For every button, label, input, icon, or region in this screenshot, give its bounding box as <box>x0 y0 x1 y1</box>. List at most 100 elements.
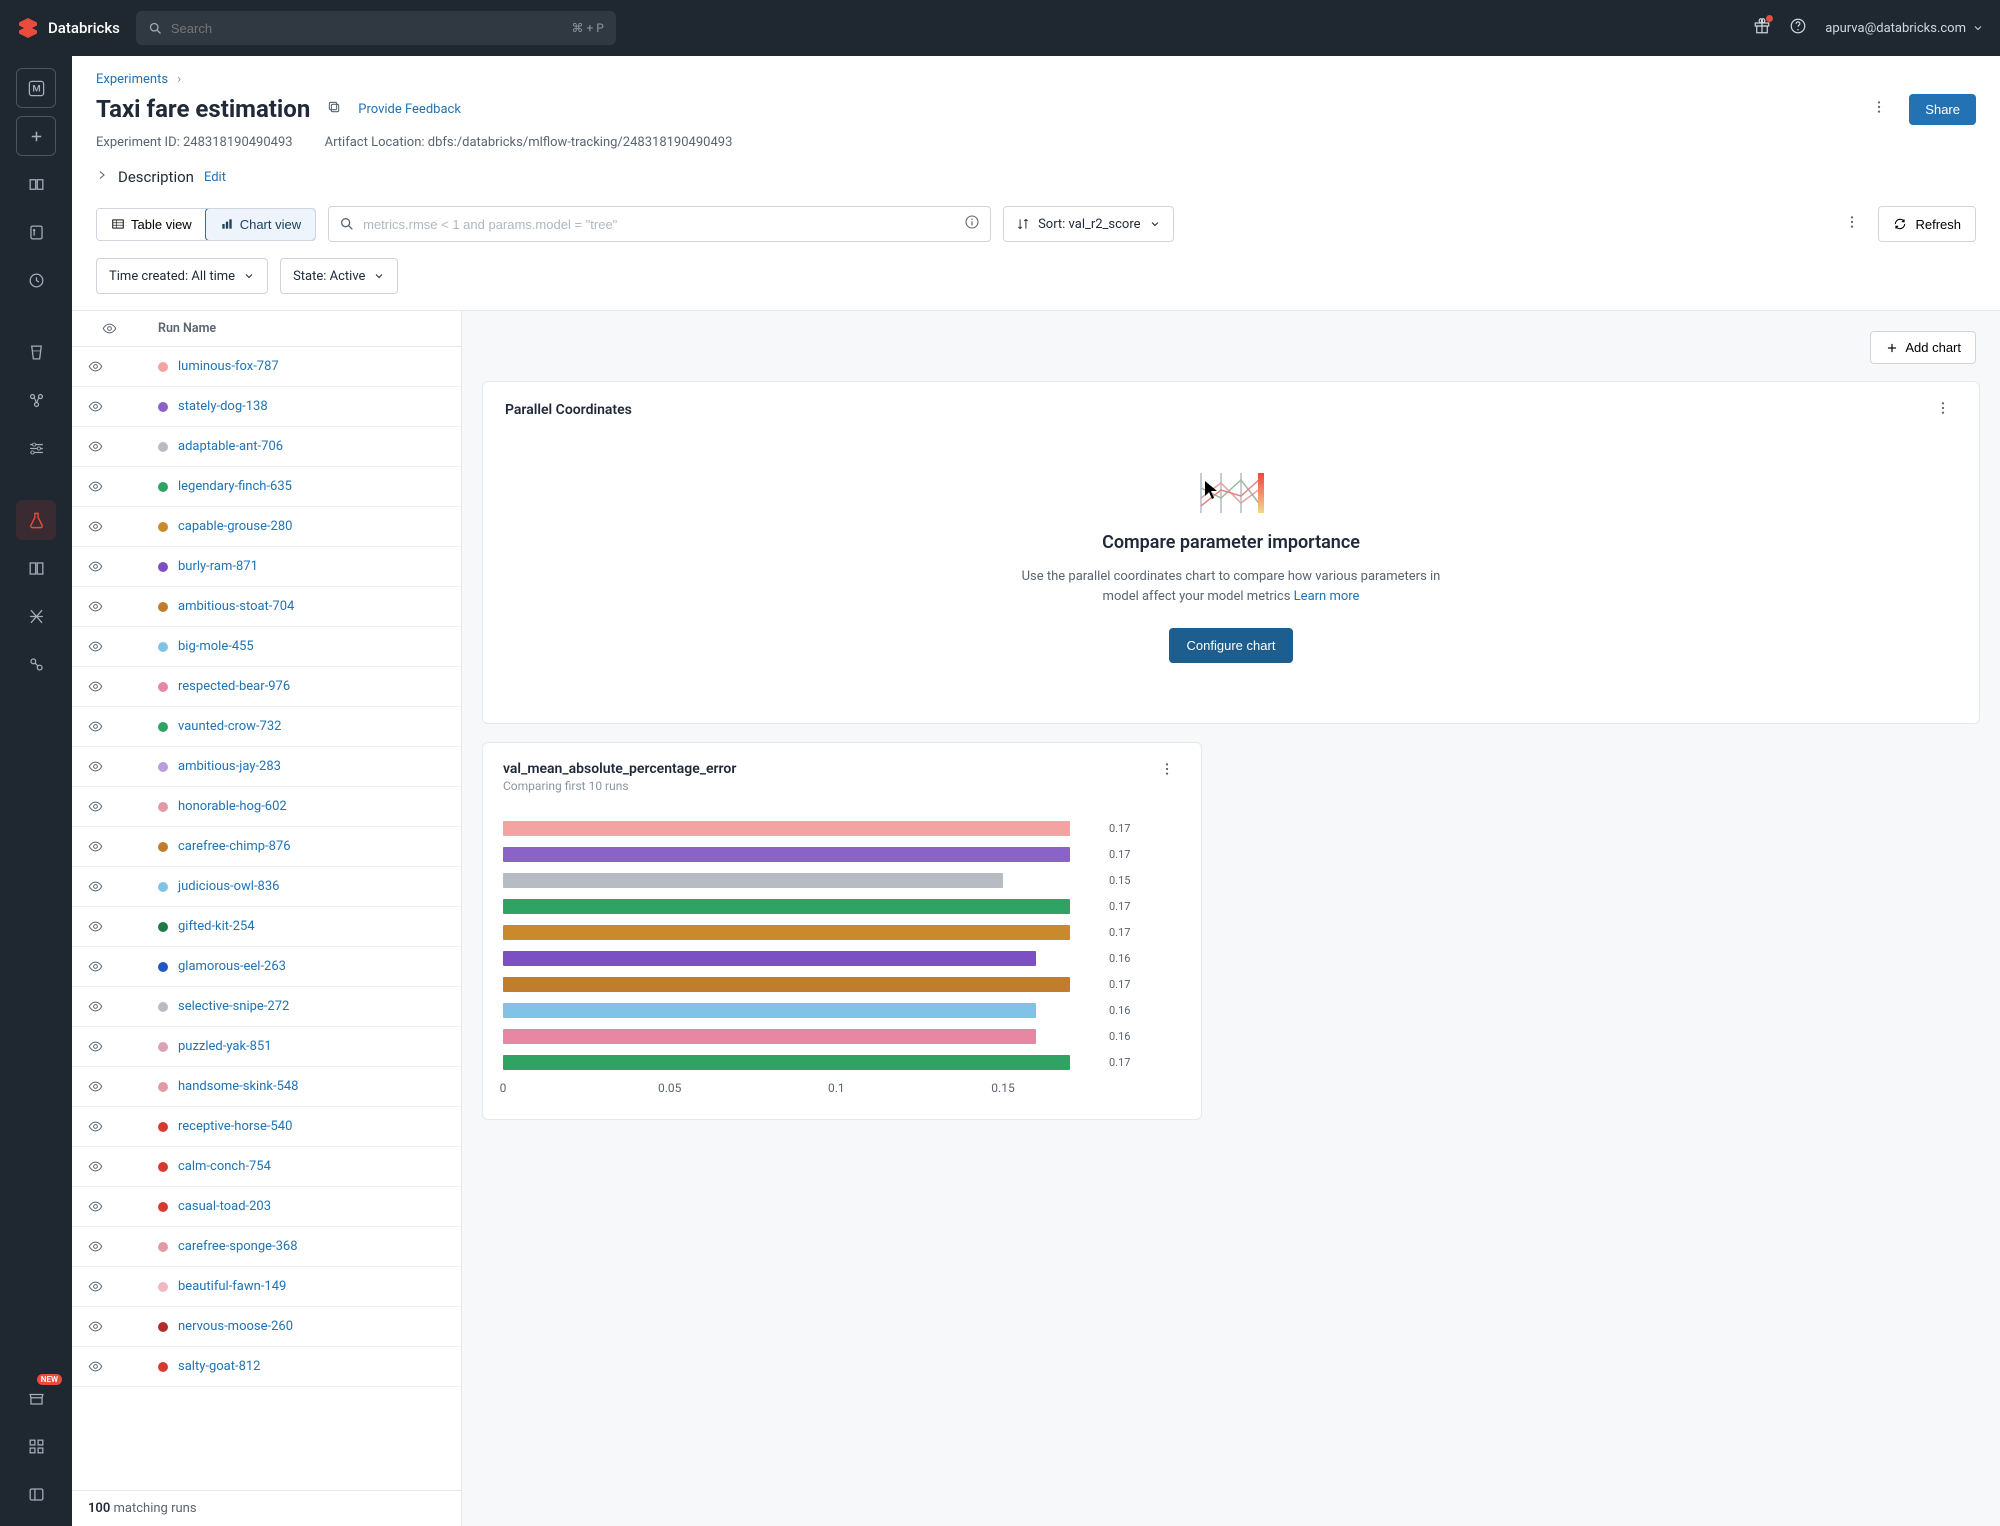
edit-description-link[interactable]: Edit <box>204 170 226 185</box>
run-row[interactable]: carefree-sponge-368 <box>72 1227 461 1267</box>
run-row[interactable]: gifted-kit-254 <box>72 907 461 947</box>
run-name-link[interactable]: calm-conch-754 <box>178 1159 271 1174</box>
brand[interactable]: Databricks <box>16 16 120 40</box>
run-row[interactable]: ambitious-jay-283 <box>72 747 461 787</box>
run-name-link[interactable]: adaptable-ant-706 <box>178 439 283 454</box>
visibility-toggle[interactable] <box>88 1159 130 1174</box>
bar[interactable] <box>503 951 1036 966</box>
run-row[interactable]: puzzled-yak-851 <box>72 1027 461 1067</box>
sort-dropdown[interactable]: Sort: val_r2_score <box>1003 206 1173 242</box>
gift-icon[interactable] <box>1753 17 1771 39</box>
bar[interactable] <box>503 977 1070 992</box>
toolbar-menu[interactable] <box>1838 214 1866 234</box>
visibility-toggle[interactable] <box>88 359 130 374</box>
run-name-link[interactable]: legendary-finch-635 <box>178 479 292 494</box>
run-name-header[interactable]: Run Name <box>158 321 216 336</box>
run-name-link[interactable]: carefree-sponge-368 <box>178 1239 298 1254</box>
rail-feature-store[interactable] <box>16 548 56 588</box>
table-view-button[interactable]: Table view <box>97 209 206 240</box>
run-row[interactable]: ambitious-stoat-704 <box>72 587 461 627</box>
provide-feedback-link[interactable]: Provide Feedback <box>358 102 461 117</box>
run-row[interactable]: receptive-horse-540 <box>72 1107 461 1147</box>
run-name-link[interactable]: vaunted-crow-732 <box>178 719 281 734</box>
info-icon[interactable] <box>964 214 980 234</box>
visibility-toggle[interactable] <box>88 719 130 734</box>
visibility-toggle[interactable] <box>88 799 130 814</box>
breadcrumb-root[interactable]: Experiments <box>96 72 168 87</box>
run-name-link[interactable]: casual-toad-203 <box>178 1199 271 1214</box>
run-name-link[interactable]: judicious-owl-836 <box>178 879 279 894</box>
bar[interactable] <box>503 821 1070 836</box>
chart-menu[interactable] <box>1153 761 1181 781</box>
rail-workflows[interactable] <box>16 380 56 420</box>
visibility-column[interactable] <box>88 321 130 336</box>
run-name-link[interactable]: ambitious-jay-283 <box>178 759 281 774</box>
run-row[interactable]: judicious-owl-836 <box>72 867 461 907</box>
visibility-toggle[interactable] <box>88 519 130 534</box>
rail-repos[interactable] <box>16 212 56 252</box>
copy-icon[interactable] <box>326 99 342 119</box>
page-menu[interactable] <box>1865 93 1893 125</box>
rail-marketplace[interactable]: NEW <box>16 1378 56 1418</box>
rail-workspace[interactable]: M <box>16 68 56 108</box>
filter-input[interactable] <box>363 217 956 232</box>
bar[interactable] <box>503 1003 1036 1018</box>
bar[interactable] <box>503 847 1070 862</box>
run-row[interactable]: nervous-moose-260 <box>72 1307 461 1347</box>
visibility-toggle[interactable] <box>88 1199 130 1214</box>
rail-partner[interactable] <box>16 1426 56 1466</box>
runs-list[interactable]: luminous-fox-787 stately-dog-138 adaptab… <box>72 347 461 1490</box>
rail-recents[interactable] <box>16 260 56 300</box>
filter-box[interactable] <box>328 206 991 242</box>
visibility-toggle[interactable] <box>88 1279 130 1294</box>
run-row[interactable]: respected-bear-976 <box>72 667 461 707</box>
rail-compute[interactable] <box>16 428 56 468</box>
bar[interactable] <box>503 899 1070 914</box>
run-name-link[interactable]: nervous-moose-260 <box>178 1319 293 1334</box>
add-chart-button[interactable]: Add chart <box>1870 331 1976 364</box>
card-menu[interactable] <box>1929 400 1957 420</box>
run-row[interactable]: casual-toad-203 <box>72 1187 461 1227</box>
run-row[interactable]: big-mole-455 <box>72 627 461 667</box>
run-name-link[interactable]: respected-bear-976 <box>178 679 290 694</box>
visibility-toggle[interactable] <box>88 959 130 974</box>
run-row[interactable]: adaptable-ant-706 <box>72 427 461 467</box>
visibility-toggle[interactable] <box>88 679 130 694</box>
time-filter-dropdown[interactable]: Time created: All time <box>96 258 268 294</box>
run-row[interactable]: vaunted-crow-732 <box>72 707 461 747</box>
visibility-toggle[interactable] <box>88 639 130 654</box>
visibility-toggle[interactable] <box>88 599 130 614</box>
run-name-link[interactable]: capable-grouse-280 <box>178 519 292 534</box>
share-button[interactable]: Share <box>1909 94 1976 125</box>
bar[interactable] <box>503 925 1070 940</box>
visibility-toggle[interactable] <box>88 1319 130 1334</box>
run-name-link[interactable]: receptive-horse-540 <box>178 1119 292 1134</box>
run-name-link[interactable]: glamorous-eel-263 <box>178 959 286 974</box>
run-name-link[interactable]: puzzled-yak-851 <box>178 1039 272 1054</box>
run-row[interactable]: stately-dog-138 <box>72 387 461 427</box>
rail-data[interactable] <box>16 164 56 204</box>
run-name-link[interactable]: stately-dog-138 <box>178 399 268 414</box>
visibility-toggle[interactable] <box>88 759 130 774</box>
rail-catalog[interactable] <box>16 332 56 372</box>
visibility-toggle[interactable] <box>88 1079 130 1094</box>
description-toggle[interactable] <box>96 169 108 185</box>
run-row[interactable]: calm-conch-754 <box>72 1147 461 1187</box>
visibility-toggle[interactable] <box>88 999 130 1014</box>
rail-experiments[interactable] <box>16 500 56 540</box>
visibility-toggle[interactable] <box>88 1359 130 1374</box>
user-menu[interactable]: apurva@databricks.com <box>1825 21 1984 36</box>
refresh-button[interactable]: Refresh <box>1878 206 1976 242</box>
run-row[interactable]: glamorous-eel-263 <box>72 947 461 987</box>
run-name-link[interactable]: selective-snipe-272 <box>178 999 289 1014</box>
chart-view-button[interactable]: Chart view <box>205 208 316 241</box>
run-row[interactable]: salty-goat-812 <box>72 1347 461 1387</box>
visibility-toggle[interactable] <box>88 839 130 854</box>
run-row[interactable]: luminous-fox-787 <box>72 347 461 387</box>
search-input[interactable] <box>171 21 564 36</box>
visibility-toggle[interactable] <box>88 1119 130 1134</box>
run-row[interactable]: capable-grouse-280 <box>72 507 461 547</box>
visibility-toggle[interactable] <box>88 1039 130 1054</box>
configure-chart-button[interactable]: Configure chart <box>1169 628 1294 663</box>
visibility-toggle[interactable] <box>88 479 130 494</box>
